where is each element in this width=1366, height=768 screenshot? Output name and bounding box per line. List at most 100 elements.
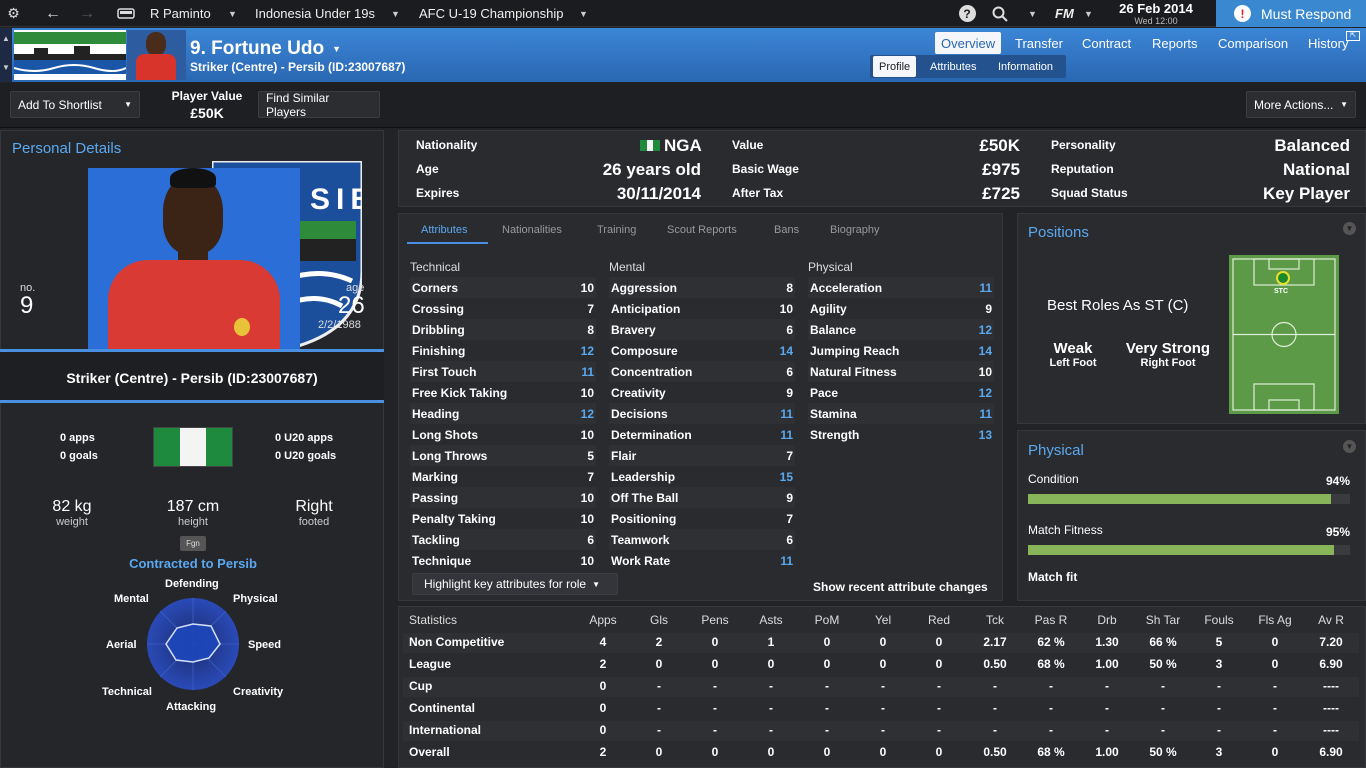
stats-header[interactable]: Statistics xyxy=(409,613,457,627)
gear-icon[interactable]: ⚙ xyxy=(0,0,27,27)
bus-icon[interactable] xyxy=(112,0,140,27)
chevron-down-icon[interactable]: ▼ xyxy=(124,100,132,109)
stats-header[interactable]: Av R xyxy=(1306,613,1356,627)
reputation-value: National xyxy=(1282,160,1350,179)
attribute-row-physical: Pace 12 xyxy=(808,382,994,403)
search-icon[interactable] xyxy=(988,0,1012,27)
svg-text:SIB: SIB xyxy=(310,183,362,216)
stats-cell: - xyxy=(769,701,773,715)
technical-title: Technical xyxy=(410,260,461,274)
stats-cell: ---- xyxy=(1323,701,1339,715)
stats-cell: 6.90 xyxy=(1319,745,1343,759)
popout-icon[interactable]: ⇱ xyxy=(1346,31,1360,41)
foot-block: Right footed xyxy=(274,498,354,528)
attr-tab-nationalities[interactable]: Nationalities xyxy=(502,224,562,236)
stats-cell: - xyxy=(769,723,773,737)
attribute-row-technical: Passing 10 xyxy=(410,487,596,508)
stats-header[interactable]: Apps xyxy=(578,613,628,627)
player-value-label: Player Value xyxy=(171,89,243,103)
tab-contract[interactable]: Contract xyxy=(1076,32,1137,54)
tab-comparison[interactable]: Comparison xyxy=(1212,32,1294,54)
date-display[interactable]: 26 Feb 2014 Wed 12:00 xyxy=(1098,0,1214,27)
back-arrow-icon[interactable]: ← xyxy=(38,0,68,27)
manager-dropdown[interactable]: R Paminto xyxy=(150,0,240,27)
attr-tab-attributes[interactable]: Attributes xyxy=(421,224,467,236)
attribute-row-physical: Balance 12 xyxy=(808,319,994,340)
stats-header[interactable]: Pas R xyxy=(1026,613,1076,627)
stats-cell: 0 xyxy=(767,745,775,759)
team-dropdown[interactable]: Indonesia Under 19s xyxy=(255,0,385,27)
find-similar-players-button[interactable]: Find Similar Players xyxy=(258,91,380,119)
stats-header[interactable]: Asts xyxy=(746,613,796,627)
stats-cell: - xyxy=(1273,723,1277,737)
attribute-row-mental: Off The Ball 9 xyxy=(609,487,795,508)
match-fitness-value: 95% xyxy=(1325,525,1350,539)
chevron-down-icon[interactable]: ▼ xyxy=(1343,440,1356,453)
stats-header[interactable]: Fouls xyxy=(1194,613,1244,627)
chevron-down-icon[interactable]: ▼ xyxy=(1084,0,1093,27)
date: 26 Feb 2014 xyxy=(1119,1,1193,16)
attribute-value: 8 xyxy=(587,322,594,337)
chevron-down-icon[interactable]: ▼ xyxy=(579,0,588,27)
attribute-name: Positioning xyxy=(611,511,677,526)
attribute-name: Balance xyxy=(810,322,857,337)
attr-tab-biography[interactable]: Biography xyxy=(830,224,880,236)
stats-header[interactable]: Drb xyxy=(1082,613,1132,627)
attribute-name: Long Shots xyxy=(412,427,478,442)
tab-overview[interactable]: Overview xyxy=(935,32,1002,54)
stats-header[interactable]: Red xyxy=(914,613,964,627)
stats-header[interactable]: Yel xyxy=(858,613,908,627)
attribute-value: 11 xyxy=(780,427,793,442)
tab-transfer[interactable]: Transfer xyxy=(1009,32,1069,54)
attribute-row-mental: Composure 14 xyxy=(609,340,795,361)
stats-header[interactable]: PoM xyxy=(802,613,852,627)
attr-tab-training[interactable]: Training xyxy=(597,224,636,236)
stats-header[interactable]: Sh Tar xyxy=(1138,613,1188,627)
attribute-value: 15 xyxy=(779,469,793,484)
attribute-name: Free Kick Taking xyxy=(412,385,508,400)
chevron-down-icon[interactable]: ▼ xyxy=(332,44,341,54)
height-label: height xyxy=(178,516,208,528)
age-info-label: Age xyxy=(416,162,439,176)
attribute-value: 9 xyxy=(786,490,793,505)
player-photo xyxy=(88,168,300,349)
stats-header[interactable]: Tck xyxy=(970,613,1020,627)
fm-logo[interactable]: FM xyxy=(1055,0,1074,27)
attribute-row-physical: Acceleration 11 xyxy=(808,277,994,298)
stats-header[interactable]: Gls xyxy=(634,613,684,627)
stats-header[interactable]: Fls Ag xyxy=(1250,613,1300,627)
attr-tab-underline xyxy=(407,242,488,244)
chevron-down-icon[interactable]: ▼ xyxy=(228,0,237,27)
attr-tab-scout-reports[interactable]: Scout Reports xyxy=(667,224,737,236)
more-actions-button[interactable]: More Actions... ▼ xyxy=(1246,91,1356,118)
attr-tab-bans[interactable]: Bans xyxy=(774,224,799,236)
stats-cell: 0 xyxy=(655,657,663,671)
condition-label: Condition xyxy=(1028,472,1079,486)
must-respond-button[interactable]: ! Must Respond xyxy=(1216,0,1366,27)
stats-header[interactable]: Pens xyxy=(690,613,740,627)
show-recent-changes-link[interactable]: Show recent attribute changes xyxy=(813,580,988,594)
attribute-name: Stamina xyxy=(810,406,857,421)
stats-row-label: Non Competitive xyxy=(409,635,505,649)
player-name[interactable]: 9. Fortune Udo ▼ xyxy=(190,38,341,60)
subtab-attributes[interactable]: Attributes xyxy=(924,56,982,77)
condition-bar xyxy=(1028,494,1350,504)
subtab-information[interactable]: Information xyxy=(992,56,1059,77)
highlight-attributes-dropdown[interactable]: Highlight key attributes for role ▼ xyxy=(412,573,618,595)
chevron-down-icon[interactable]: ▼ xyxy=(1028,0,1037,27)
stats-cell: - xyxy=(1273,701,1277,715)
age-number: 26 xyxy=(338,292,365,319)
help-icon[interactable]: ? xyxy=(956,0,978,27)
attribute-name: Creativity xyxy=(611,385,666,400)
player-value: Player Value £50K xyxy=(150,89,264,121)
forward-arrow-icon[interactable]: → xyxy=(72,0,102,27)
add-to-shortlist-button[interactable]: Add To Shortlist ▼ xyxy=(10,91,140,118)
best-role: Best Roles As ST (C) xyxy=(1047,297,1189,314)
chevron-down-icon[interactable]: ▼ xyxy=(1343,222,1356,235)
subtab-profile[interactable]: Profile xyxy=(873,56,917,77)
attribute-name: Tackling xyxy=(412,532,460,547)
value-label: Value xyxy=(732,138,764,152)
tab-reports[interactable]: Reports xyxy=(1146,32,1204,54)
competition-dropdown[interactable]: AFC U-19 Championship xyxy=(419,0,579,27)
chevron-down-icon[interactable]: ▼ xyxy=(391,0,400,27)
